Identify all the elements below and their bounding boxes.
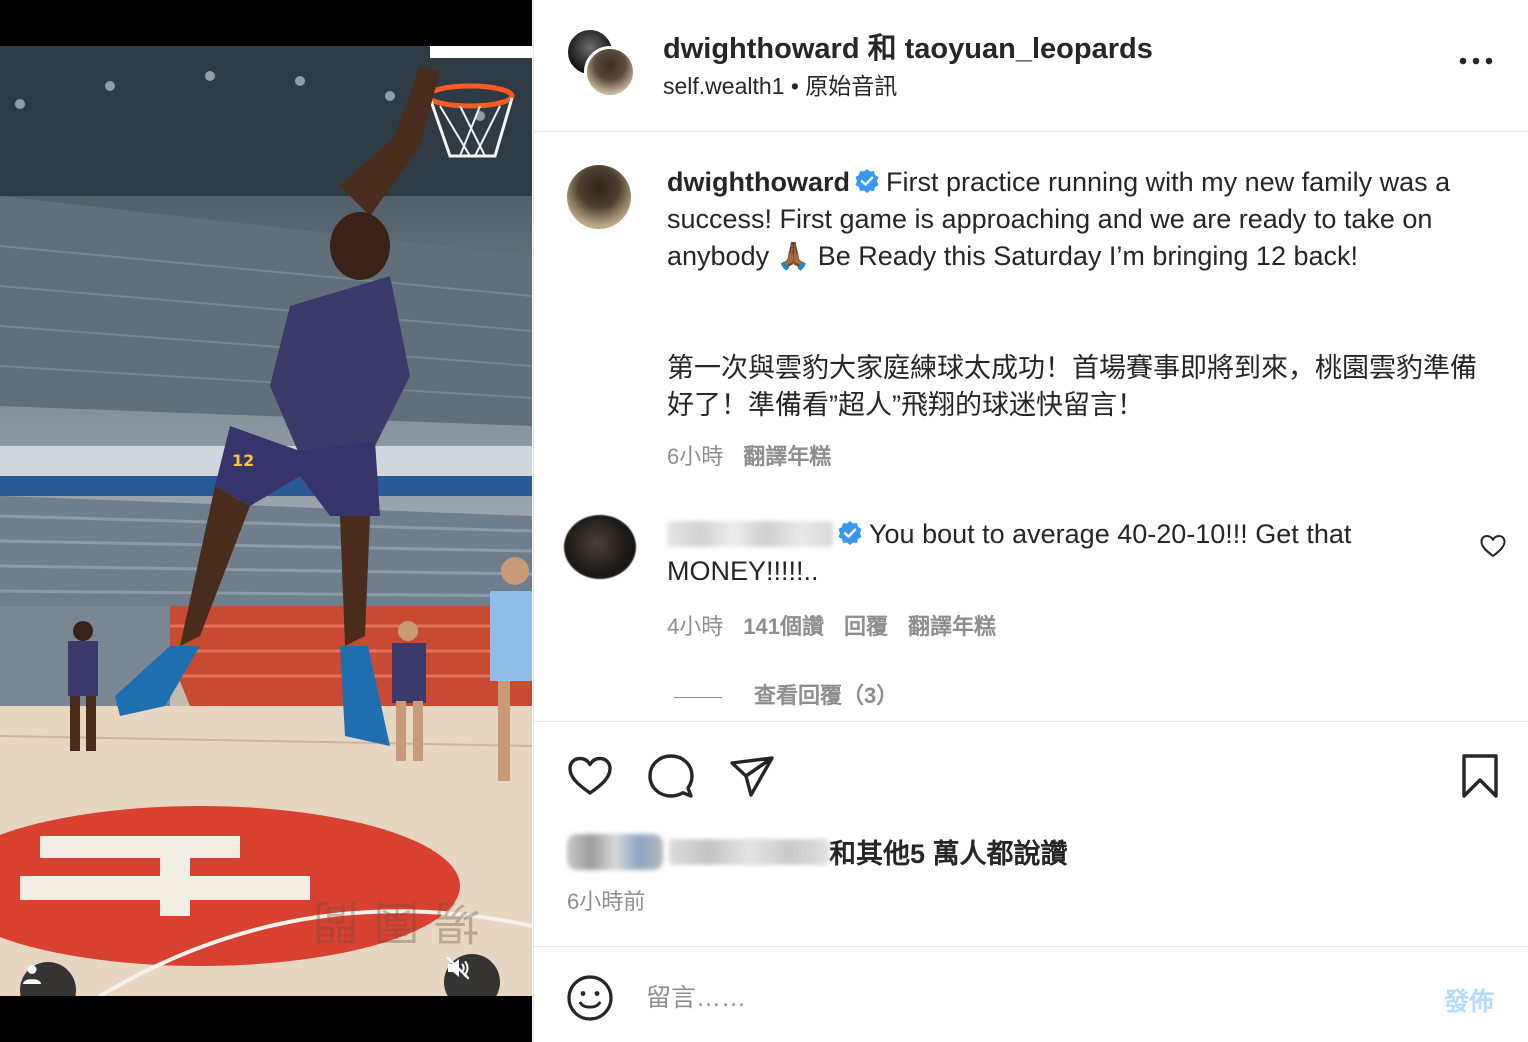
verified-badge-icon bbox=[855, 169, 879, 193]
comment-username-blurred[interactable] bbox=[667, 521, 833, 547]
avatar bbox=[584, 46, 636, 98]
view-replies-label: 查看回覆（3） bbox=[754, 683, 899, 708]
post-actions: 和其他5 萬人都說讚 6小時前 bbox=[534, 721, 1528, 947]
caption-meta: 6小時 翻譯年糕 bbox=[667, 439, 831, 471]
verified-badge-icon bbox=[838, 521, 862, 545]
comment-like-button[interactable] bbox=[1479, 532, 1507, 560]
svg-text:12: 12 bbox=[232, 451, 254, 470]
comment-item: You bout to average 40-20-10!!! Get that… bbox=[667, 516, 1467, 590]
caption-username[interactable]: dwighthoward bbox=[667, 167, 850, 197]
liker-name-blurred bbox=[669, 838, 829, 865]
video-frame-illustration: 場 園 間 12 bbox=[0, 46, 532, 996]
share-icon[interactable] bbox=[728, 752, 776, 800]
add-comment-bar: 發佈 bbox=[534, 948, 1528, 1042]
post-comment-button[interactable]: 發佈 bbox=[1444, 982, 1494, 1018]
comment-meta: 4小時 141個讚 回覆 翻譯年糕 bbox=[667, 609, 996, 641]
post-authors[interactable]: dwighthoward 和 taoyuan_leopards bbox=[663, 25, 1153, 67]
emoji-icon[interactable] bbox=[566, 974, 614, 1022]
post-caption: dwighthoward First practice running with… bbox=[667, 164, 1487, 275]
comments-section: dwighthoward First practice running with… bbox=[534, 133, 1528, 721]
comment-likes-count[interactable]: 141個讚 bbox=[743, 614, 824, 639]
comment-icon[interactable] bbox=[647, 752, 695, 800]
bookmark-icon[interactable] bbox=[1456, 752, 1504, 800]
caption-translate-button[interactable]: 翻譯年糕 bbox=[743, 444, 831, 469]
more-options-icon bbox=[1459, 57, 1493, 65]
svg-text:場 園 間: 場 園 間 bbox=[313, 895, 480, 949]
likes-summary[interactable]: 和其他5 萬人都說讚 bbox=[567, 832, 1068, 872]
comment-time[interactable]: 4小時 bbox=[667, 614, 723, 639]
avatar[interactable] bbox=[564, 515, 636, 579]
caption-time[interactable]: 6小時 bbox=[667, 444, 723, 469]
media-pane: 場 園 間 12 bbox=[0, 0, 532, 1042]
liker-avatars-blurred bbox=[567, 833, 663, 870]
view-replies-button[interactable]: 查看回覆（3） bbox=[674, 678, 898, 710]
caption-text-zh: 第一次與雲豹大家庭練球太成功！首場賽事即將到來，桃園雲豹準備好了！準備看”超人”… bbox=[667, 353, 1477, 420]
comment-reply-button[interactable]: 回覆 bbox=[844, 614, 888, 639]
comment-input[interactable] bbox=[646, 978, 1406, 1018]
audio-attribution[interactable]: self.wealth1 • 原始音訊 bbox=[663, 67, 897, 101]
post-video[interactable]: 場 園 間 12 bbox=[0, 46, 532, 996]
muted-speaker-icon bbox=[446, 956, 470, 980]
more-options-button[interactable] bbox=[1451, 44, 1501, 78]
post-detail-panel: dwighthoward 和 taoyuan_leopards self.wea… bbox=[533, 0, 1528, 1042]
heart-icon[interactable] bbox=[566, 752, 614, 800]
avatar[interactable] bbox=[567, 165, 631, 229]
comment-translate-button[interactable]: 翻譯年糕 bbox=[908, 614, 996, 639]
post-timestamp[interactable]: 6小時前 bbox=[567, 884, 645, 916]
collab-avatars[interactable] bbox=[566, 28, 636, 98]
likes-summary-text: 和其他5 萬人都說讚 bbox=[829, 839, 1068, 869]
post-header: dwighthoward 和 taoyuan_leopards self.wea… bbox=[534, 0, 1528, 132]
replies-divider bbox=[674, 696, 722, 698]
user-icon bbox=[23, 965, 41, 984]
